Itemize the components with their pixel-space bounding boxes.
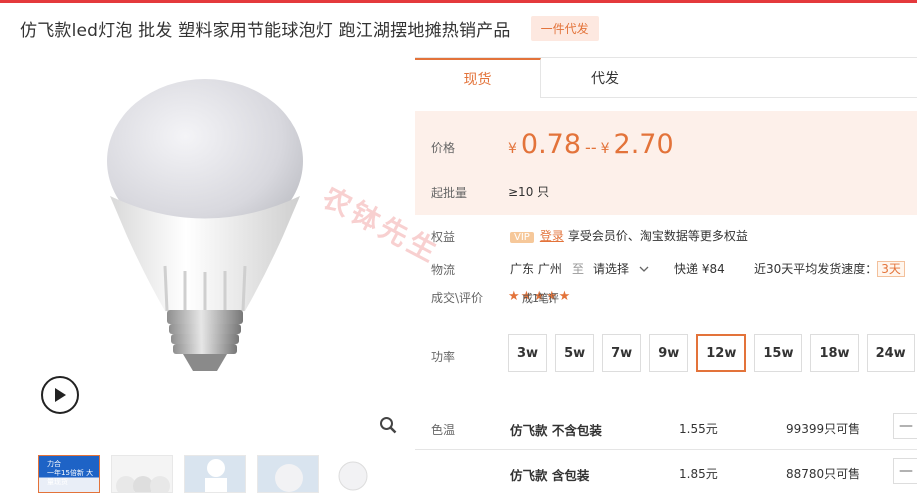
benefits-text: 享受会员价、淘宝数据等更多权益 [567,229,748,243]
rating-stars[interactable]: ★ ★ ★ ★ ★ 成1笔评 [508,289,571,305]
sku-row: 仿飞款 不含包装 1.55元 99399只可售 — [415,405,917,450]
tab-in-stock[interactable]: 现货 [415,58,541,98]
logistics-origin: 广东 广州 [510,262,562,276]
destination-select-value: 请选择 [593,262,630,276]
product-image-bulb[interactable] [105,76,305,376]
sku-price: 1.55元 [679,422,718,436]
express-fee: 快递 ¥84 [674,262,725,276]
sku-stock: 99399只可售 [786,422,861,436]
star-icon: ★ [558,289,571,304]
power-option-24w[interactable]: 24w [866,334,915,372]
thumbnail-2-image [116,476,170,492]
power-option-9w[interactable]: 9w [649,334,689,372]
decrease-quantity-button[interactable]: — [893,458,917,484]
product-info-panel: 现货 代发 价格 ¥ 0.78 -- ¥ 2.70 起批量 ≥10 只 权益 V… [415,57,917,493]
thumbnail-promo-text: 一年15倍新 大量现货 [47,469,94,486]
decrease-quantity-button[interactable]: — [893,413,917,439]
currency-symbol: ¥ [508,141,517,157]
moq-label: 起批量 [431,186,468,200]
zoom-button[interactable] [375,412,401,438]
sku-name: 仿飞款 不含包装 [510,423,602,438]
thumbnail-2[interactable] [111,455,173,493]
chevron-down-icon [639,266,649,272]
benefits-label: 权益 [431,230,456,244]
thumbnail-5-image [338,461,368,491]
vip-badge: VIP [510,232,534,243]
top-accent-line [0,0,917,3]
minus-icon: — [899,418,913,434]
price-label: 价格 [431,141,456,155]
product-gallery: 农钵先生 [20,56,446,446]
reviews-overlay-text: 成1笔评 [522,292,559,305]
thumbnail-brand-text: 力合 [47,460,61,468]
reviews-label: 成交\评价 [431,291,484,305]
thumbnail-3[interactable] [184,455,246,493]
price-high: 2.70 [613,129,674,160]
ship-speed-value: 3天 [877,261,905,277]
logistics-to: 至 [572,262,585,276]
tab-dropship[interactable]: 代发 [542,58,668,98]
tab-bar: 现货 代发 [415,57,917,98]
power-option-3w[interactable]: 3w [508,334,548,372]
ship-speed: 近30天平均发货速度： 3天 [754,260,905,277]
benefits-row: VIP 登录 享受会员价、淘宝数据等更多权益 [510,227,748,244]
sku-stock: 88780只可售 [786,467,861,481]
dropship-badge[interactable]: 一件代发 [530,16,599,41]
login-link[interactable]: 登录 [540,229,564,243]
destination-select[interactable]: 请选择 [593,260,649,277]
power-option-18w[interactable]: 18w [810,334,859,372]
product-title: 仿飞款led灯泡 批发 塑料家用节能球泡灯 跑江湖摆地摊热销产品 [20,21,511,41]
thumbnail-4[interactable] [257,455,319,493]
power-option-7w[interactable]: 7w [602,334,642,372]
minus-icon: — [899,463,913,479]
sku-price: 1.85元 [679,467,718,481]
price-range: ¥ 0.78 -- ¥ 2.70 [508,129,674,160]
title-row: 仿飞款led灯泡 批发 塑料家用节能球泡灯 跑江湖摆地摊热销产品 一件代发 [20,16,599,41]
power-label: 功率 [431,350,456,364]
thumbnail-4-image [275,464,303,492]
price-separator: -- [585,138,597,157]
price-low: 0.78 [520,129,582,160]
thumbnail-strip: 力合 一年15倍新 大量现货 [38,455,392,493]
star-icon: ★ [508,289,520,304]
sku-name: 仿飞款 含包装 [510,468,590,483]
play-video-button[interactable] [41,376,79,414]
magnifier-icon [380,417,397,434]
thumbnail-1[interactable]: 力合 一年15倍新 大量现货 [38,455,100,493]
power-option-5w[interactable]: 5w [555,334,595,372]
price-box: 价格 ¥ 0.78 -- ¥ 2.70 起批量 ≥10 只 [415,111,917,215]
logistics-label: 物流 [431,263,456,277]
sku-row: 仿飞款 含包装 1.85元 88780只可售 — [415,450,917,493]
thumbnail-5[interactable] [330,455,392,493]
power-option-15w[interactable]: 15w [754,334,803,372]
moq-value: ≥10 只 [508,185,550,199]
play-icon [55,388,66,402]
thumbnail-3-image [205,459,227,492]
ship-speed-label: 近30天平均发货速度： [754,262,878,276]
power-option-12w[interactable]: 12w [696,334,747,372]
power-options: 3w 5w 7w 9w 12w 15w 18w 24w [508,334,915,372]
currency-symbol-2: ¥ [600,141,610,157]
